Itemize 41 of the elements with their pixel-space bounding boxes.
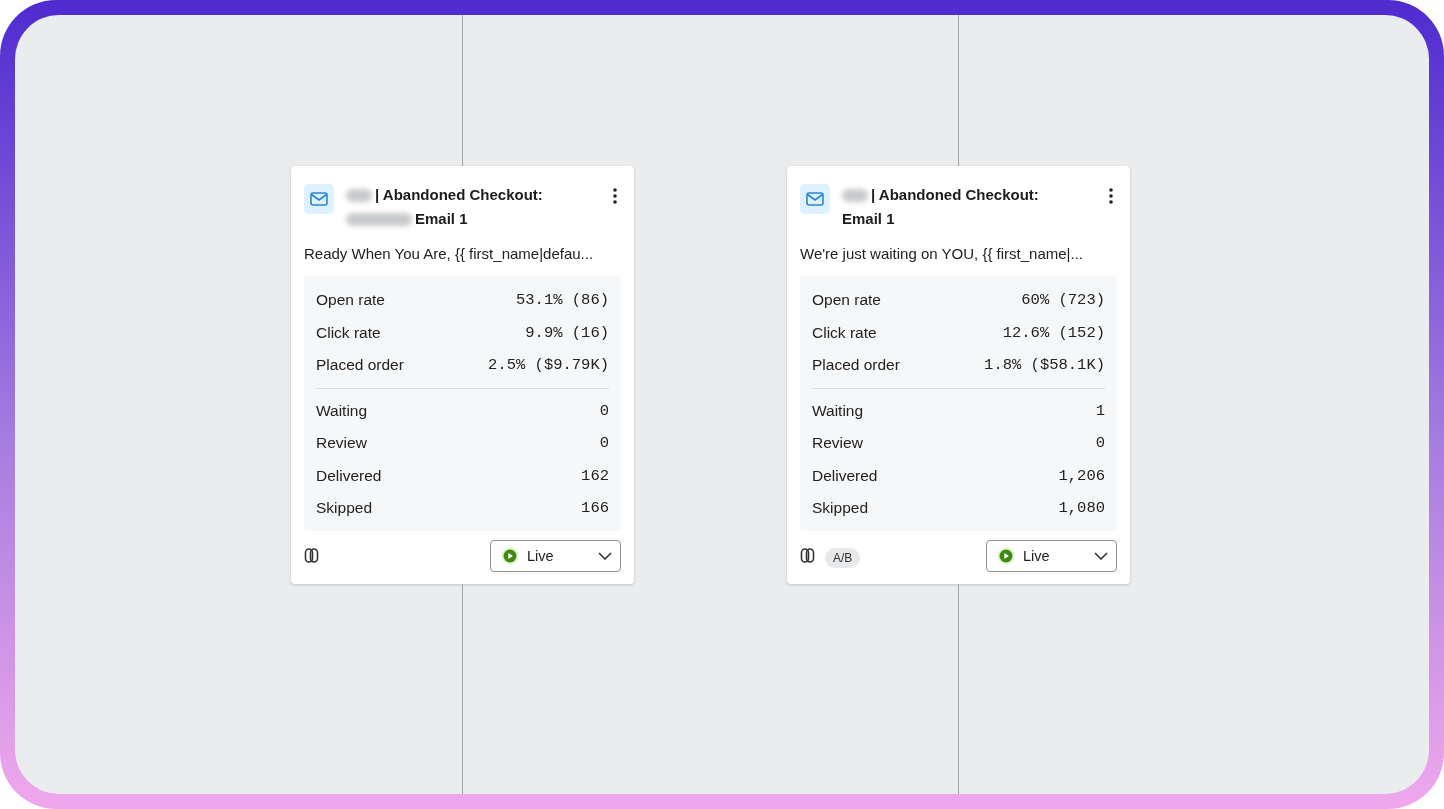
stat-value: 53.1% (86)	[516, 291, 609, 310]
stat-label: Delivered	[316, 466, 382, 485]
stat-label: Waiting	[812, 401, 864, 420]
stat-value: 12.6% (152)	[1002, 323, 1105, 342]
email-subject: We're just waiting on YOU, {{ first_name|...	[800, 245, 1084, 262]
stat-value: 1,206	[1058, 466, 1105, 485]
email-icon	[800, 184, 830, 214]
email-subject: Ready When You Are, {{ first_name|defau...	[304, 245, 595, 262]
stat-value: 1.8% ($58.1K)	[984, 356, 1105, 375]
stat-label: Placed order	[316, 356, 404, 375]
stat-label: Click rate	[812, 323, 877, 342]
stat-value: 2.5% ($9.79K)	[488, 356, 609, 375]
stat-value: 166	[581, 499, 609, 518]
stat-label: Review	[316, 434, 367, 453]
stat-label: Review	[812, 434, 863, 453]
email-title: | Abandoned Checkout: Email 1	[842, 185, 1040, 229]
ab-test-badge: A/B	[825, 547, 861, 568]
status-dropdown[interactable]: Live	[986, 539, 1117, 572]
stat-label: Skipped	[316, 499, 372, 518]
stat-value: 0	[599, 401, 609, 420]
stat-label: Delivered	[812, 466, 878, 485]
stat-value: 0	[599, 434, 609, 453]
stat-value: 60% (723)	[1021, 291, 1105, 310]
stat-label: Placed order	[812, 356, 900, 375]
stat-label: Click rate	[316, 323, 381, 342]
stat-label: Waiting	[316, 401, 368, 420]
email-icon	[304, 184, 334, 214]
status-dropdown[interactable]: Live	[490, 539, 621, 572]
stat-value: 0	[1095, 434, 1105, 453]
stat-value: 162	[581, 466, 609, 485]
stat-value: 1,080	[1058, 499, 1105, 518]
stat-label: Open rate	[316, 291, 385, 310]
email-title: | Abandoned Checkout: Email 1	[346, 180, 597, 231]
chevron-down-icon	[1094, 551, 1108, 560]
chevron-down-icon	[598, 551, 612, 560]
stat-label: Skipped	[812, 499, 868, 518]
stat-value: 1	[1095, 401, 1105, 420]
stat-value: 9.9% (16)	[525, 323, 609, 342]
stat-label: Open rate	[812, 291, 881, 310]
link-icon	[800, 546, 816, 565]
link-icon	[304, 546, 320, 565]
